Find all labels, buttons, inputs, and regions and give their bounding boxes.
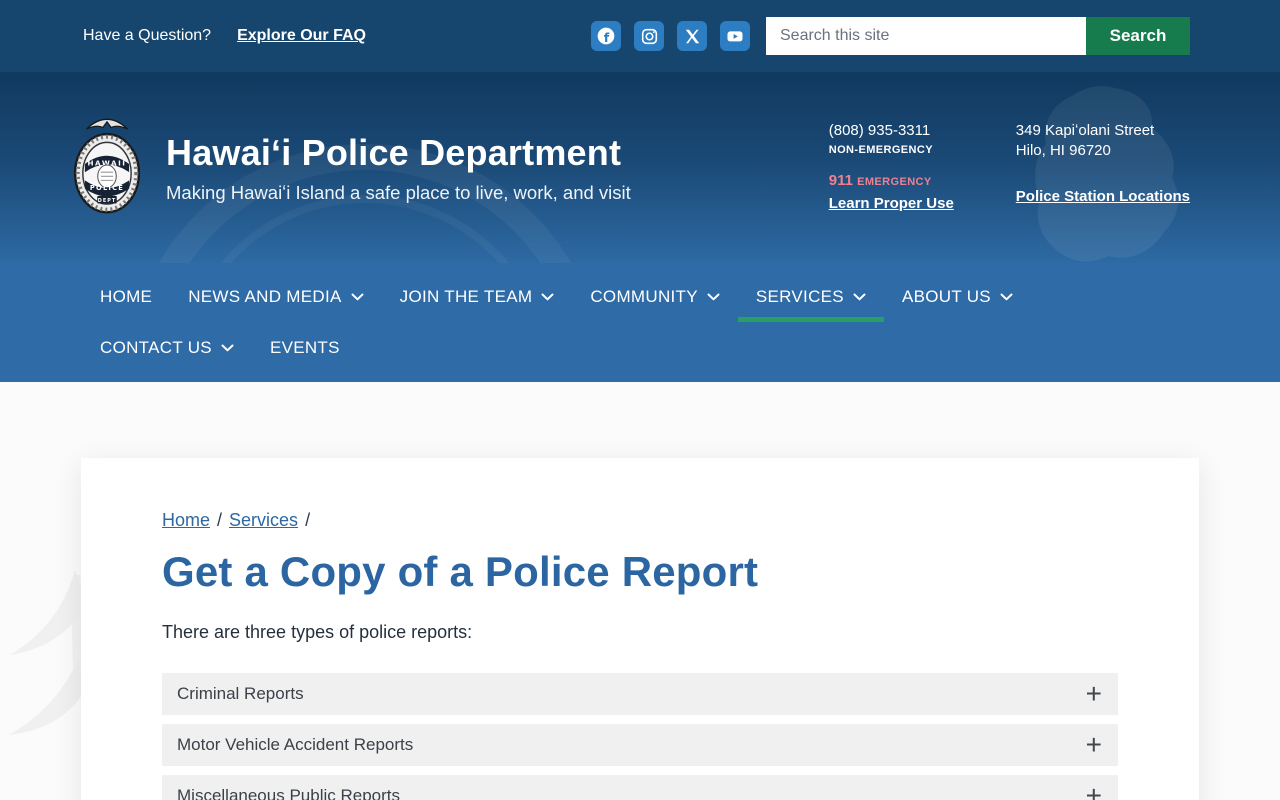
social-links: f bbox=[591, 21, 750, 51]
site-tagline: Making Hawaiʻi Island a safe place to li… bbox=[166, 181, 631, 203]
x-icon[interactable] bbox=[677, 21, 707, 51]
breadcrumb-separator: / bbox=[305, 510, 311, 530]
nav-item-events[interactable]: EVENTS bbox=[252, 322, 358, 373]
chevron-down-icon bbox=[541, 293, 554, 300]
site-title: Hawaiʻi Police Department bbox=[166, 131, 622, 173]
facebook-icon[interactable]: f bbox=[591, 21, 621, 51]
phone-info: (808) 935-3311 NON-EMERGENCY 911 EMERGEN… bbox=[829, 121, 954, 214]
emergency-line: 911 EMERGENCY bbox=[829, 171, 954, 191]
nav-item-about-us[interactable]: ABOUT US bbox=[884, 271, 1031, 322]
chevron-down-icon bbox=[1000, 293, 1013, 300]
nav-item-contact-us[interactable]: CONTACT US bbox=[82, 322, 252, 373]
site-header: HAWAII POLICE DEPT Hawaiʻi Police Depart… bbox=[0, 72, 1280, 263]
svg-text:f: f bbox=[604, 30, 610, 45]
faq-link[interactable]: Explore Our FAQ bbox=[237, 27, 366, 45]
chevron-down-icon bbox=[853, 293, 866, 300]
phone-number: (808) 935-3311 bbox=[828, 122, 931, 140]
address-info: 349 Kapiʻolani Street Hilo, HI 96720 Pol… bbox=[1016, 121, 1190, 214]
chevron-down-icon bbox=[351, 293, 364, 300]
chevron-down-icon bbox=[221, 344, 234, 351]
address-line2: Hilo, HI 96720 bbox=[1015, 141, 1111, 159]
page-title: Get a Copy of a Police Report bbox=[162, 548, 759, 595]
main-navigation: HOME NEWS AND MEDIA JOIN THE TEAM COMMUN… bbox=[0, 263, 1280, 382]
site-search: Search bbox=[766, 17, 1190, 55]
instagram-icon[interactable] bbox=[634, 21, 664, 51]
breadcrumb-services-link[interactable]: Services bbox=[229, 510, 298, 530]
station-locations-link[interactable]: Police Station Locations bbox=[1016, 187, 1190, 207]
phone-label: NON-EMERGENCY bbox=[828, 143, 933, 156]
emergency-label: EMERGENCY bbox=[857, 176, 932, 189]
breadcrumb: Home / Services / bbox=[162, 510, 1118, 531]
svg-text:DEPT: DEPT bbox=[98, 198, 117, 204]
address-line1: 349 Kapiʻolani Street bbox=[1015, 122, 1155, 140]
accordion-criminal-reports[interactable]: Criminal Reports + bbox=[162, 673, 1118, 715]
learn-proper-use-link[interactable]: Learn Proper Use bbox=[829, 194, 954, 214]
nav-item-news-and-media[interactable]: NEWS AND MEDIA bbox=[170, 271, 381, 322]
emergency-number: 911 bbox=[828, 172, 853, 190]
plus-icon[interactable]: + bbox=[1086, 731, 1102, 759]
accordion-miscellaneous-public-reports[interactable]: Miscellaneous Public Reports + bbox=[162, 775, 1118, 800]
chevron-down-icon bbox=[707, 293, 720, 300]
youtube-icon[interactable] bbox=[720, 21, 750, 51]
utility-bar: Have a Question? Explore Our FAQ f Searc… bbox=[0, 0, 1280, 72]
search-button[interactable]: Search bbox=[1086, 17, 1190, 55]
accordion-list: Criminal Reports + Motor Vehicle Acciden… bbox=[162, 673, 1118, 800]
nav-item-community[interactable]: COMMUNITY bbox=[572, 271, 738, 322]
nav-item-home[interactable]: HOME bbox=[82, 271, 170, 322]
accordion-motor-vehicle-accident-reports[interactable]: Motor Vehicle Accident Reports + bbox=[162, 724, 1118, 766]
search-input[interactable] bbox=[766, 17, 1086, 55]
plus-icon[interactable]: + bbox=[1086, 680, 1102, 708]
svg-text:POLICE: POLICE bbox=[90, 184, 124, 192]
question-text: Have a Question? bbox=[83, 27, 212, 44]
department-badge-logo: HAWAII POLICE DEPT bbox=[70, 113, 144, 222]
nav-item-join-the-team[interactable]: JOIN THE TEAM bbox=[382, 271, 573, 322]
breadcrumb-home-link[interactable]: Home bbox=[162, 510, 210, 530]
plus-icon[interactable]: + bbox=[1086, 782, 1102, 800]
intro-text: There are three types of police reports: bbox=[162, 622, 473, 642]
nav-item-services[interactable]: SERVICES bbox=[737, 271, 885, 322]
breadcrumb-separator: / bbox=[217, 510, 223, 530]
content-card: Home / Services / Get a Copy of a Police Re… bbox=[81, 458, 1199, 800]
